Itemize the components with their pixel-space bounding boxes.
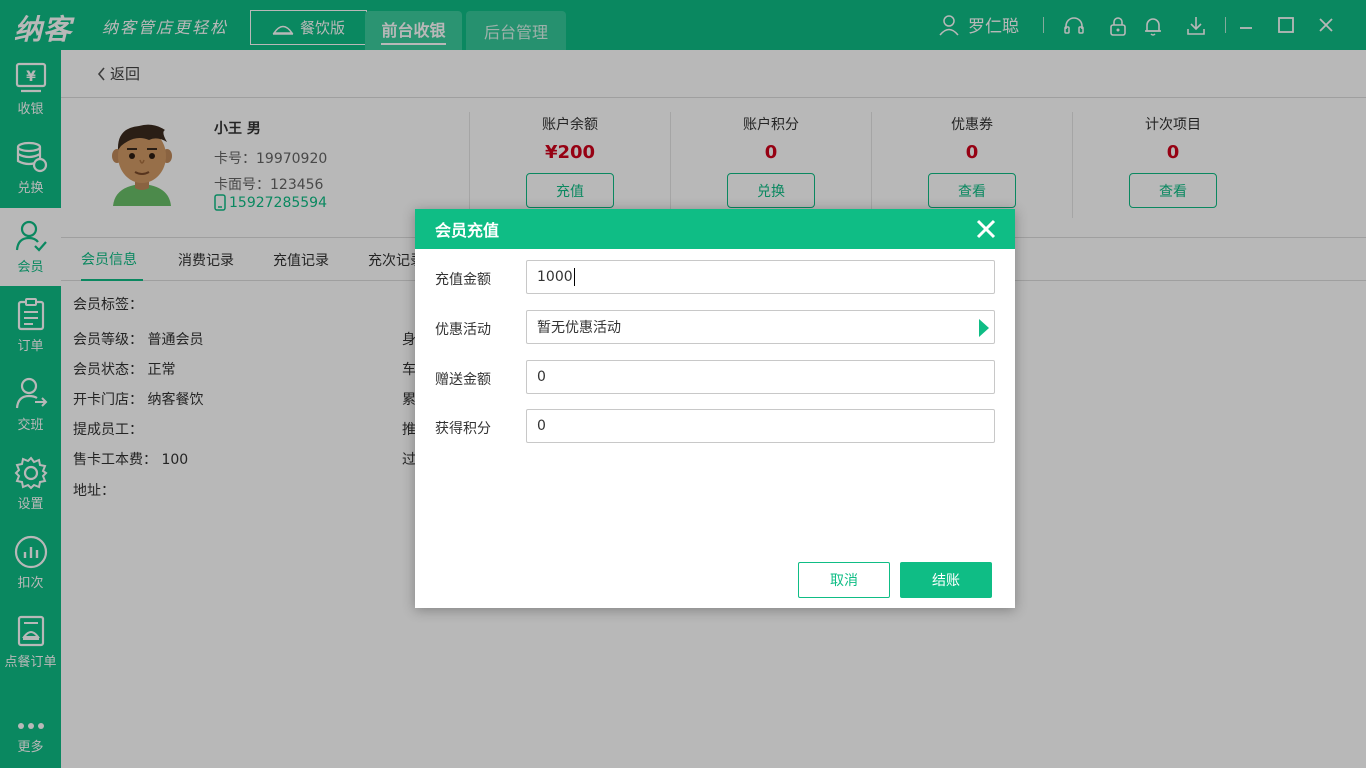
field-label-points: 获得积分 [435,421,491,437]
recharge-amount-value: 1000 [537,269,573,285]
earned-points-value: 0 [537,418,546,434]
close-icon[interactable] [975,218,997,240]
promotion-value: 暂无优惠活动 [537,320,621,336]
field-label-amount: 充值金额 [435,272,491,288]
promotion-select[interactable]: 暂无优惠活动 [526,310,995,344]
recharge-dialog: 会员充值 充值金额 1000 优惠活动 暂无优惠活动 赠送金额 0 获得积分 0… [415,209,1015,608]
bonus-amount-input[interactable]: 0 [526,360,995,394]
dialog-title: 会员充值 [435,221,500,240]
recharge-amount-input[interactable]: 1000 [526,260,995,294]
dialog-header: 会员充值 [415,209,1015,249]
bonus-amount-value: 0 [537,369,546,385]
caret-right-icon [979,319,989,337]
earned-points-input[interactable]: 0 [526,409,995,443]
field-label-promotion: 优惠活动 [435,322,491,338]
text-caret [573,268,575,286]
checkout-button[interactable]: 结账 [900,562,992,598]
cancel-button[interactable]: 取消 [798,562,890,598]
field-label-bonus: 赠送金额 [435,372,491,388]
